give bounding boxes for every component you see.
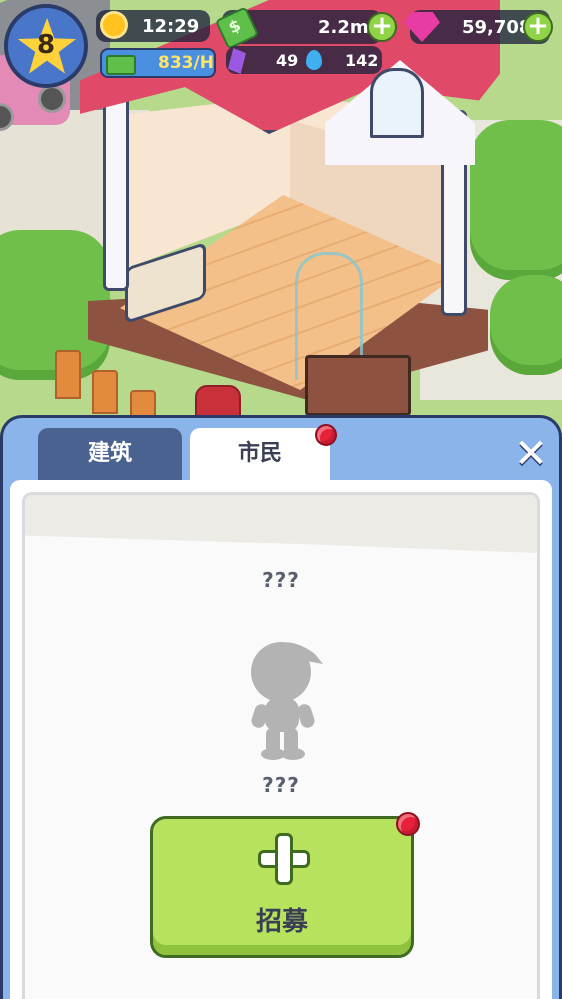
tab-citizens[interactable]: 市民: [190, 428, 330, 480]
recruit-notification-dot: [396, 812, 420, 836]
attic-window: [370, 68, 424, 138]
add-gems-button[interactable]: +: [523, 12, 553, 42]
sun-icon: [103, 14, 125, 36]
player-level-badge[interactable]: 8: [4, 4, 88, 88]
income-rate: 833/H: [158, 53, 214, 73]
citizens-notification-dot: [315, 424, 337, 446]
fence-post: [55, 350, 81, 399]
fence-post: [92, 370, 118, 414]
player-level: 8: [36, 30, 56, 60]
recruit-button[interactable]: 招募: [150, 816, 414, 958]
add-cash-button[interactable]: +: [367, 12, 397, 42]
income-icon: [106, 55, 136, 75]
cash-amount: 2.2m: [318, 17, 369, 38]
close-icon[interactable]: ✕: [512, 434, 550, 474]
water-amount: 142: [345, 51, 379, 70]
unknown-citizen-silhouette: [251, 642, 323, 760]
citizen-name: ???: [262, 773, 300, 797]
crystal-amount: 49: [276, 51, 299, 70]
recruit-label: 招募: [255, 907, 308, 937]
house-pillar: [103, 95, 129, 291]
bush: [470, 120, 562, 280]
card-header-band: [25, 495, 537, 553]
gem-amount: 59,708: [462, 17, 532, 38]
bush: [490, 275, 562, 375]
income-pill[interactable]: 833/H: [100, 48, 216, 78]
plus-icon: [258, 833, 310, 885]
water-drop-icon: [306, 50, 322, 70]
tab-buildings[interactable]: 建筑: [38, 428, 182, 480]
citizen-title: ???: [262, 568, 300, 592]
game-time: 12:29: [142, 16, 200, 37]
house-steps: [305, 355, 411, 416]
car-wheel: [38, 85, 66, 113]
